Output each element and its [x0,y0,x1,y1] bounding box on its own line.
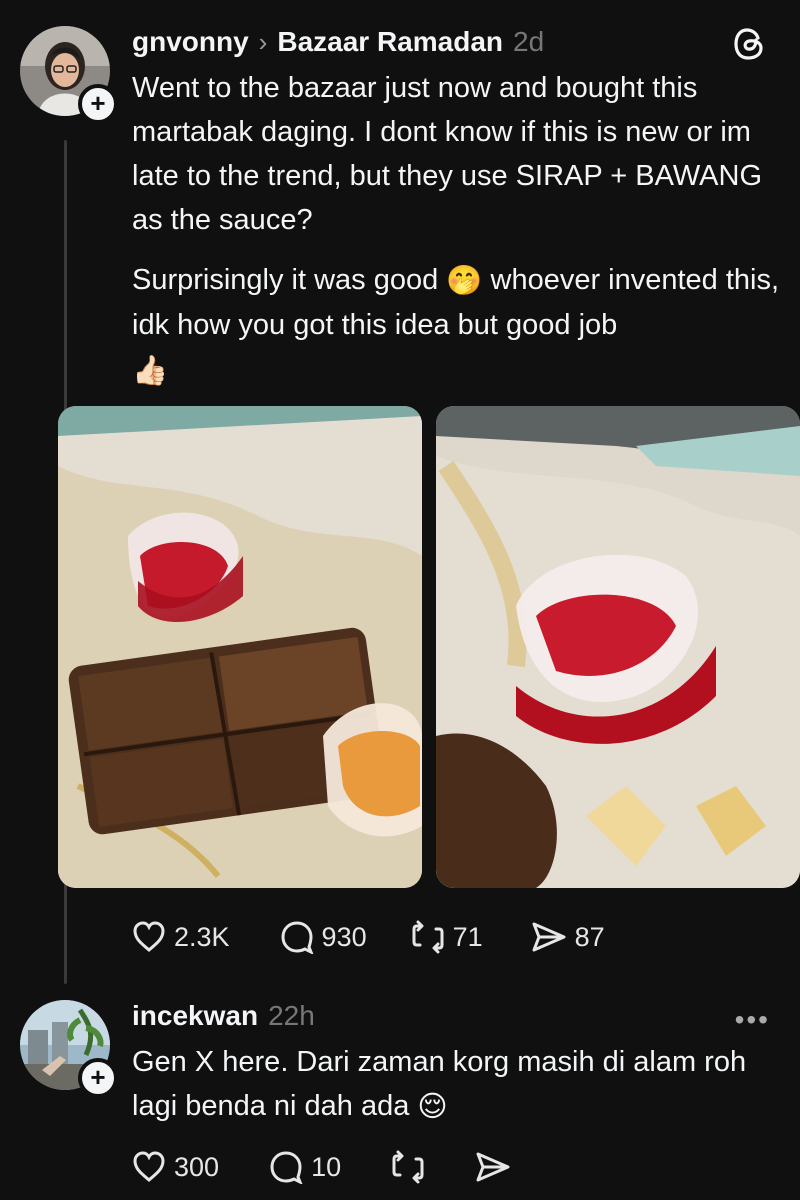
repost-icon [392,1150,424,1184]
reply-text: Gen X here. Dari zaman korg masih di ala… [132,1040,782,1129]
like-button[interactable]: 2.3K [132,921,230,953]
relieved-face-emoji-icon: 😌 [417,1091,448,1124]
comment-icon [270,1151,303,1184]
repost-button[interactable]: 71 [411,920,483,954]
comment-count: 930 [321,921,367,952]
post-text: Went to the bazaar just now and bought t… [132,72,762,236]
chevron-right-icon: › [258,26,268,57]
reply-repost-button[interactable] [391,1150,425,1184]
post-header: gnvonny › Bazaar Ramadan 2d [132,22,544,62]
reply-comment-count: 10 [311,1151,342,1182]
repost-icon [412,920,444,954]
follow-button[interactable]: + [78,84,118,124]
reply-like-count: 300 [174,1151,220,1182]
reply-timestamp: 22h [268,1000,315,1031]
post-actions: 2.3K 930 71 87 [132,920,605,954]
post-timestamp: 2d [513,26,545,57]
community-link[interactable]: Bazaar Ramadan [277,26,503,58]
reply-follow-button[interactable]: + [78,1058,118,1098]
thumbs-up-emoji-icon: 👍🏻 [132,354,169,387]
threads-logo-icon[interactable] [732,26,768,67]
reply-header: incekwan 22h [132,996,315,1036]
post-photo-1[interactable] [58,406,422,888]
hand-over-mouth-emoji-icon: 🤭 [446,265,483,298]
more-icon[interactable]: ••• [735,1004,770,1036]
post-photo-2[interactable] [436,406,800,888]
post-text-2: Surprisingly it was good 🤭 whoever inven… [132,258,782,393]
share-button[interactable]: 87 [531,921,605,953]
repost-count: 71 [452,921,483,952]
reply-share-button[interactable] [475,1151,511,1183]
comment-button[interactable]: 930 [280,920,367,954]
heart-icon [133,1151,165,1182]
reply-username[interactable]: incekwan [132,1000,258,1032]
reply-actions: 300 10 [132,1150,511,1184]
heart-icon [133,921,165,952]
like-count: 2.3K [174,921,230,952]
share-count: 87 [574,921,605,952]
share-icon [476,1152,510,1182]
reply-like-button[interactable]: 300 [132,1151,219,1183]
comment-icon [281,921,313,954]
post-text-2a: Surprisingly it was good [132,264,447,296]
share-icon [532,922,566,952]
author-username[interactable]: gnvonny [132,26,249,58]
reply-comment-button[interactable]: 10 [269,1150,341,1184]
